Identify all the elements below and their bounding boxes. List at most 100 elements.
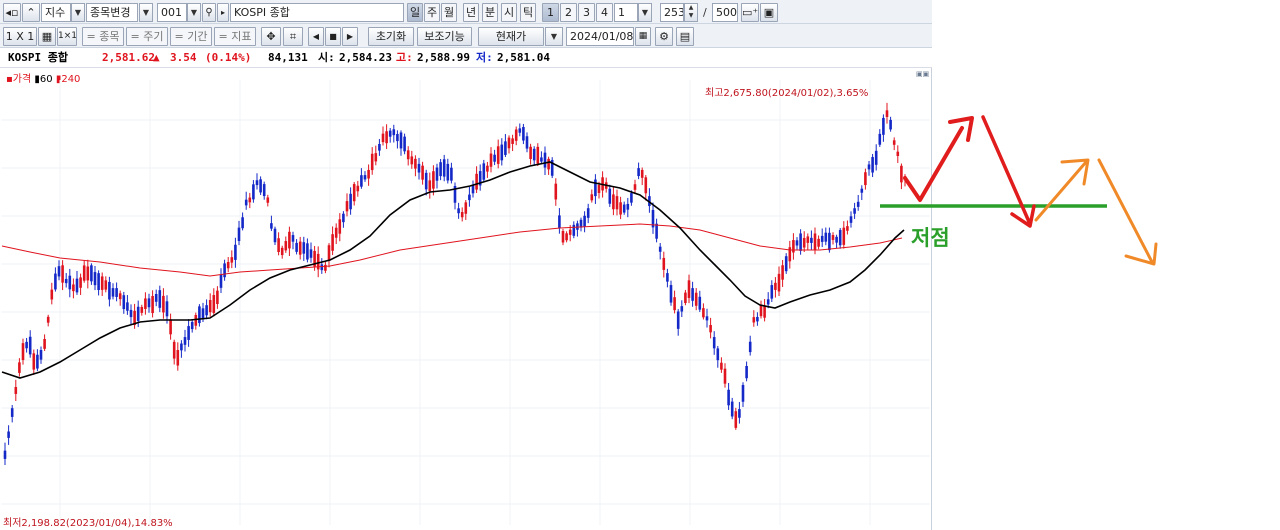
candle-body xyxy=(241,217,244,229)
candle-body xyxy=(126,302,129,311)
candle-body xyxy=(792,240,795,253)
candle-body xyxy=(662,257,666,270)
candle-body xyxy=(820,235,824,242)
candle-body xyxy=(486,165,489,172)
candle-body xyxy=(572,224,576,236)
candle-body xyxy=(399,132,403,149)
candle-body xyxy=(154,294,158,302)
candle-body xyxy=(93,272,97,286)
candle-body xyxy=(745,366,748,379)
candle-body xyxy=(342,213,345,223)
candle-body xyxy=(259,179,262,193)
candle-body xyxy=(201,308,205,320)
candle-body xyxy=(446,163,450,181)
candle-body xyxy=(838,230,842,246)
high-annotation: 최고2,675.80(2024/01/02),3.65% xyxy=(705,88,869,99)
candle-body xyxy=(561,230,565,243)
candle-body xyxy=(813,233,817,251)
candle-body xyxy=(464,202,468,214)
orange-up-arrow xyxy=(1034,158,1090,222)
candle-body xyxy=(594,179,597,197)
candle-body xyxy=(266,197,270,203)
candle-body xyxy=(774,282,777,290)
candle-body xyxy=(655,223,658,239)
candle-body xyxy=(129,309,133,318)
candle-body xyxy=(111,288,115,297)
candle-body xyxy=(75,278,79,293)
candle-body xyxy=(658,246,662,252)
candle-body xyxy=(381,133,385,143)
candle-body xyxy=(230,257,234,263)
candle-body xyxy=(64,278,68,284)
candle-body xyxy=(543,152,547,168)
candle-body xyxy=(507,137,511,149)
candle-body xyxy=(752,317,756,323)
candle-body xyxy=(514,129,518,141)
candle-body xyxy=(25,341,28,349)
candle-body xyxy=(248,197,252,203)
candle-body xyxy=(219,274,223,288)
candle-body xyxy=(61,265,64,283)
support-label: 저점 xyxy=(911,226,950,250)
candle-body xyxy=(608,188,612,204)
candle-body xyxy=(306,243,309,260)
ma60-line xyxy=(1,161,905,379)
candle-body xyxy=(370,153,374,171)
candle-body xyxy=(79,277,82,288)
candle-body xyxy=(14,387,18,394)
candle-body xyxy=(277,238,280,253)
candle-body xyxy=(716,348,720,361)
candle-body xyxy=(712,337,716,349)
ma240-line xyxy=(1,223,903,277)
candle-body xyxy=(421,165,424,180)
candle-body xyxy=(540,157,543,162)
candle-body xyxy=(115,288,118,297)
candle-body xyxy=(738,409,741,418)
candle-body xyxy=(680,306,684,312)
candle-body xyxy=(806,236,810,243)
candle-body xyxy=(190,321,194,330)
candle-body xyxy=(763,305,766,318)
candle-body xyxy=(795,240,799,246)
candle-body xyxy=(493,154,496,162)
candle-body xyxy=(720,362,723,370)
candle-body xyxy=(151,295,154,314)
candle-body xyxy=(378,143,381,151)
candle-body xyxy=(882,117,885,135)
candle-body xyxy=(100,276,104,290)
candle-body xyxy=(885,110,889,117)
candle-body xyxy=(252,184,255,200)
candle-body xyxy=(144,298,147,309)
price-chart[interactable] xyxy=(0,0,1280,530)
candle-body xyxy=(468,194,471,201)
candle-body xyxy=(414,158,417,169)
candle-body xyxy=(878,133,882,145)
candle-body xyxy=(518,128,522,133)
candle-body xyxy=(828,232,831,251)
candle-body xyxy=(331,234,334,251)
candle-body xyxy=(824,232,828,242)
candle-body xyxy=(439,162,442,177)
candle-body xyxy=(673,297,676,311)
candle-body xyxy=(522,126,525,141)
candle-body xyxy=(180,343,183,351)
candle-body xyxy=(54,273,57,290)
candle-body xyxy=(208,300,212,313)
candle-body xyxy=(406,150,410,160)
candle-body xyxy=(759,304,763,317)
candle-body xyxy=(86,266,90,281)
candle-body xyxy=(460,212,464,218)
candle-body xyxy=(226,261,230,269)
candle-body xyxy=(288,231,291,249)
candle-body xyxy=(586,208,590,218)
candle-body xyxy=(676,311,680,329)
candle-body xyxy=(39,350,43,360)
candle-body xyxy=(709,324,712,333)
candle-body xyxy=(637,168,640,177)
candle-body xyxy=(349,193,352,210)
candle-body xyxy=(734,411,738,428)
candle-body xyxy=(532,148,536,161)
candle-body xyxy=(500,144,504,161)
candle-body xyxy=(223,263,226,278)
candle-body xyxy=(687,280,691,298)
